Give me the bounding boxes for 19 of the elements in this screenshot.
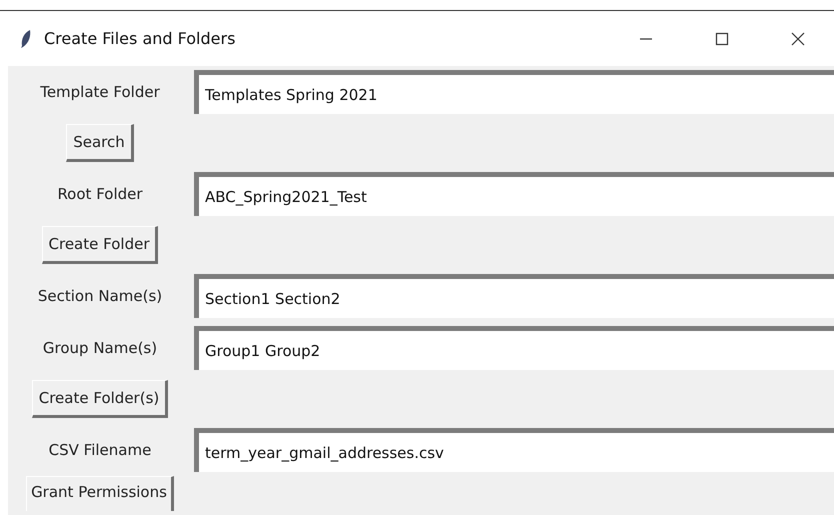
action-button[interactable]: Search — [66, 124, 134, 162]
feather-icon — [20, 28, 32, 48]
text-field[interactable]: Group1 Group2 — [194, 326, 834, 370]
field-label: Root Folder — [56, 185, 144, 203]
text-field[interactable]: term_year_gmail_addresses.csv — [194, 428, 834, 472]
field-label: Section Name(s) — [36, 287, 164, 305]
text-field[interactable]: ABC_Spring2021_Test — [194, 172, 834, 216]
action-button[interactable]: Create Folder(s) — [32, 380, 168, 418]
text-field[interactable]: Section1 Section2 — [194, 274, 834, 318]
minimize-icon — [640, 38, 652, 40]
window-title: Create Files and Folders — [44, 29, 236, 48]
field-label: Group Name(s) — [42, 339, 158, 357]
action-button[interactable]: Grant Permissions — [26, 476, 174, 511]
field-label: CSV Filename — [48, 441, 152, 459]
maximize-icon — [714, 30, 730, 46]
close-icon — [790, 30, 806, 46]
action-button[interactable]: Create Folder — [42, 226, 158, 264]
text-field[interactable]: Templates Spring 2021 — [194, 70, 834, 114]
field-label: Template Folder — [39, 83, 161, 101]
